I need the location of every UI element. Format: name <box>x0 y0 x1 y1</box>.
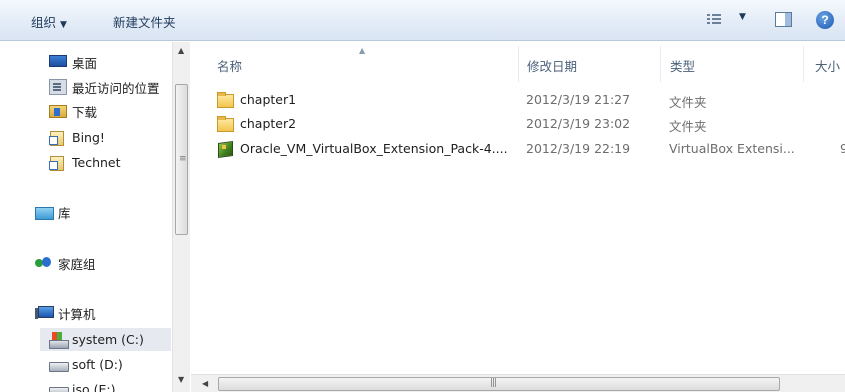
column-header-type[interactable]: 类型 <box>670 56 695 75</box>
column-divider[interactable] <box>660 46 661 82</box>
nav-item-homegroup[interactable]: 家庭组 <box>35 253 96 273</box>
nav-item-libraries[interactable]: 库 <box>35 202 71 222</box>
nav-item-label: 计算机 <box>58 306 96 322</box>
nav-item-label: 下载 <box>72 104 98 120</box>
scroll-down-icon[interactable]: ▼ <box>178 375 184 384</box>
column-header-name[interactable]: 名称 <box>217 56 242 75</box>
nav-item-system-drive[interactable]: system (C:) <box>40 328 171 351</box>
file-modified: 2012/3/19 23:02 <box>526 116 631 131</box>
recent-places-icon <box>49 79 67 95</box>
file-size: 9 <box>840 141 845 156</box>
nav-item-label: 桌面 <box>72 55 98 71</box>
nav-item-label: 最近访问的位置 <box>72 80 160 96</box>
nav-item-label: 家庭组 <box>58 256 96 272</box>
command-bar: 组织 ▼ 新建文件夹 ▼ ? <box>0 0 845 41</box>
nav-item-technet[interactable]: Technet <box>49 152 121 172</box>
horizontal-scrollbar[interactable]: ◀ ||| <box>191 374 845 392</box>
new-folder-button[interactable]: 新建文件夹 <box>113 12 176 31</box>
drive-icon <box>49 356 69 372</box>
nav-item-label: soft (D:) <box>72 356 123 372</box>
file-modified: 2012/3/19 21:27 <box>526 92 631 107</box>
scrollbar-thumb[interactable]: ≡ <box>175 84 188 235</box>
view-options-button[interactable]: ▼ <box>707 12 749 29</box>
shortcut-icon <box>49 154 67 171</box>
file-name: Oracle_VM_VirtualBox_Extension_Pack-4...… <box>240 141 508 156</box>
file-list: ▲ 名称 修改日期 类型 大小 chapter1 2012/3/19 21:27… <box>191 42 845 392</box>
scrollbar-thumb[interactable]: ||| <box>218 377 780 391</box>
file-row-chapter2[interactable]: chapter2 2012/3/19 23:02 文件夹 <box>213 113 845 134</box>
nav-item-recent-places[interactable]: 最近访问的位置 <box>49 77 160 97</box>
file-type: VirtualBox Extensi... <box>669 141 795 156</box>
view-options-icon <box>707 13 721 25</box>
nav-item-soft-drive[interactable]: soft (D:) <box>49 354 123 374</box>
grip-icon: ||| <box>490 378 497 388</box>
file-row-virtualbox-extension-pack[interactable]: Oracle_VM_VirtualBox_Extension_Pack-4...… <box>213 138 845 158</box>
navigation-pane: 桌面 最近访问的位置 下载 Bing! Technet 库 家庭组 计算机 sy… <box>0 42 190 392</box>
file-type: 文件夹 <box>669 95 707 110</box>
sort-ascending-icon: ▲ <box>359 46 366 55</box>
grip-icon: ≡ <box>179 154 187 164</box>
file-name: chapter2 <box>240 116 297 131</box>
nav-item-desktop[interactable]: 桌面 <box>49 52 97 72</box>
libraries-icon <box>35 204 54 220</box>
system-drive-icon <box>49 331 69 349</box>
file-modified: 2012/3/19 22:19 <box>526 141 631 156</box>
folder-icon <box>217 91 234 108</box>
column-divider[interactable] <box>518 46 519 82</box>
nav-item-computer[interactable]: 计算机 <box>35 303 96 323</box>
chevron-down-icon: ▼ <box>739 12 746 22</box>
preview-pane-icon[interactable] <box>775 12 792 27</box>
help-icon[interactable]: ? <box>816 11 834 29</box>
file-row-chapter1[interactable]: chapter1 2012/3/19 21:27 文件夹 <box>213 89 845 110</box>
organize-label: 组织 <box>31 15 57 30</box>
nav-item-iso-drive[interactable]: iso (E:) <box>49 379 115 392</box>
homegroup-icon <box>35 255 53 271</box>
folder-icon <box>217 115 234 132</box>
computer-icon <box>35 305 54 321</box>
nav-item-label: Bing! <box>72 129 105 145</box>
organize-button[interactable]: 组织 ▼ <box>31 12 67 31</box>
scroll-up-icon[interactable]: ▲ <box>178 46 184 55</box>
nav-item-bing[interactable]: Bing! <box>49 127 105 147</box>
column-header-modified[interactable]: 修改日期 <box>527 56 577 75</box>
nav-item-downloads[interactable]: 下载 <box>49 101 97 121</box>
desktop-icon <box>49 55 67 67</box>
virtualbox-extension-icon <box>217 140 233 156</box>
nav-item-label: iso (E:) <box>72 381 116 392</box>
downloads-icon <box>49 104 67 118</box>
column-header-size[interactable]: 大小 <box>815 56 840 75</box>
file-name: chapter1 <box>240 92 297 107</box>
drive-icon <box>49 381 69 392</box>
file-type: 文件夹 <box>669 119 707 134</box>
chevron-down-icon: ▼ <box>60 20 67 30</box>
navigation-scrollbar[interactable]: ▲ ≡ ▼ <box>172 42 190 392</box>
nav-item-label: system (C:) <box>72 332 144 347</box>
nav-item-label: Technet <box>72 154 121 170</box>
nav-item-label: 库 <box>58 205 71 221</box>
shortcut-icon <box>49 129 67 146</box>
scroll-left-icon[interactable]: ◀ <box>202 379 208 388</box>
column-divider[interactable] <box>803 46 804 82</box>
